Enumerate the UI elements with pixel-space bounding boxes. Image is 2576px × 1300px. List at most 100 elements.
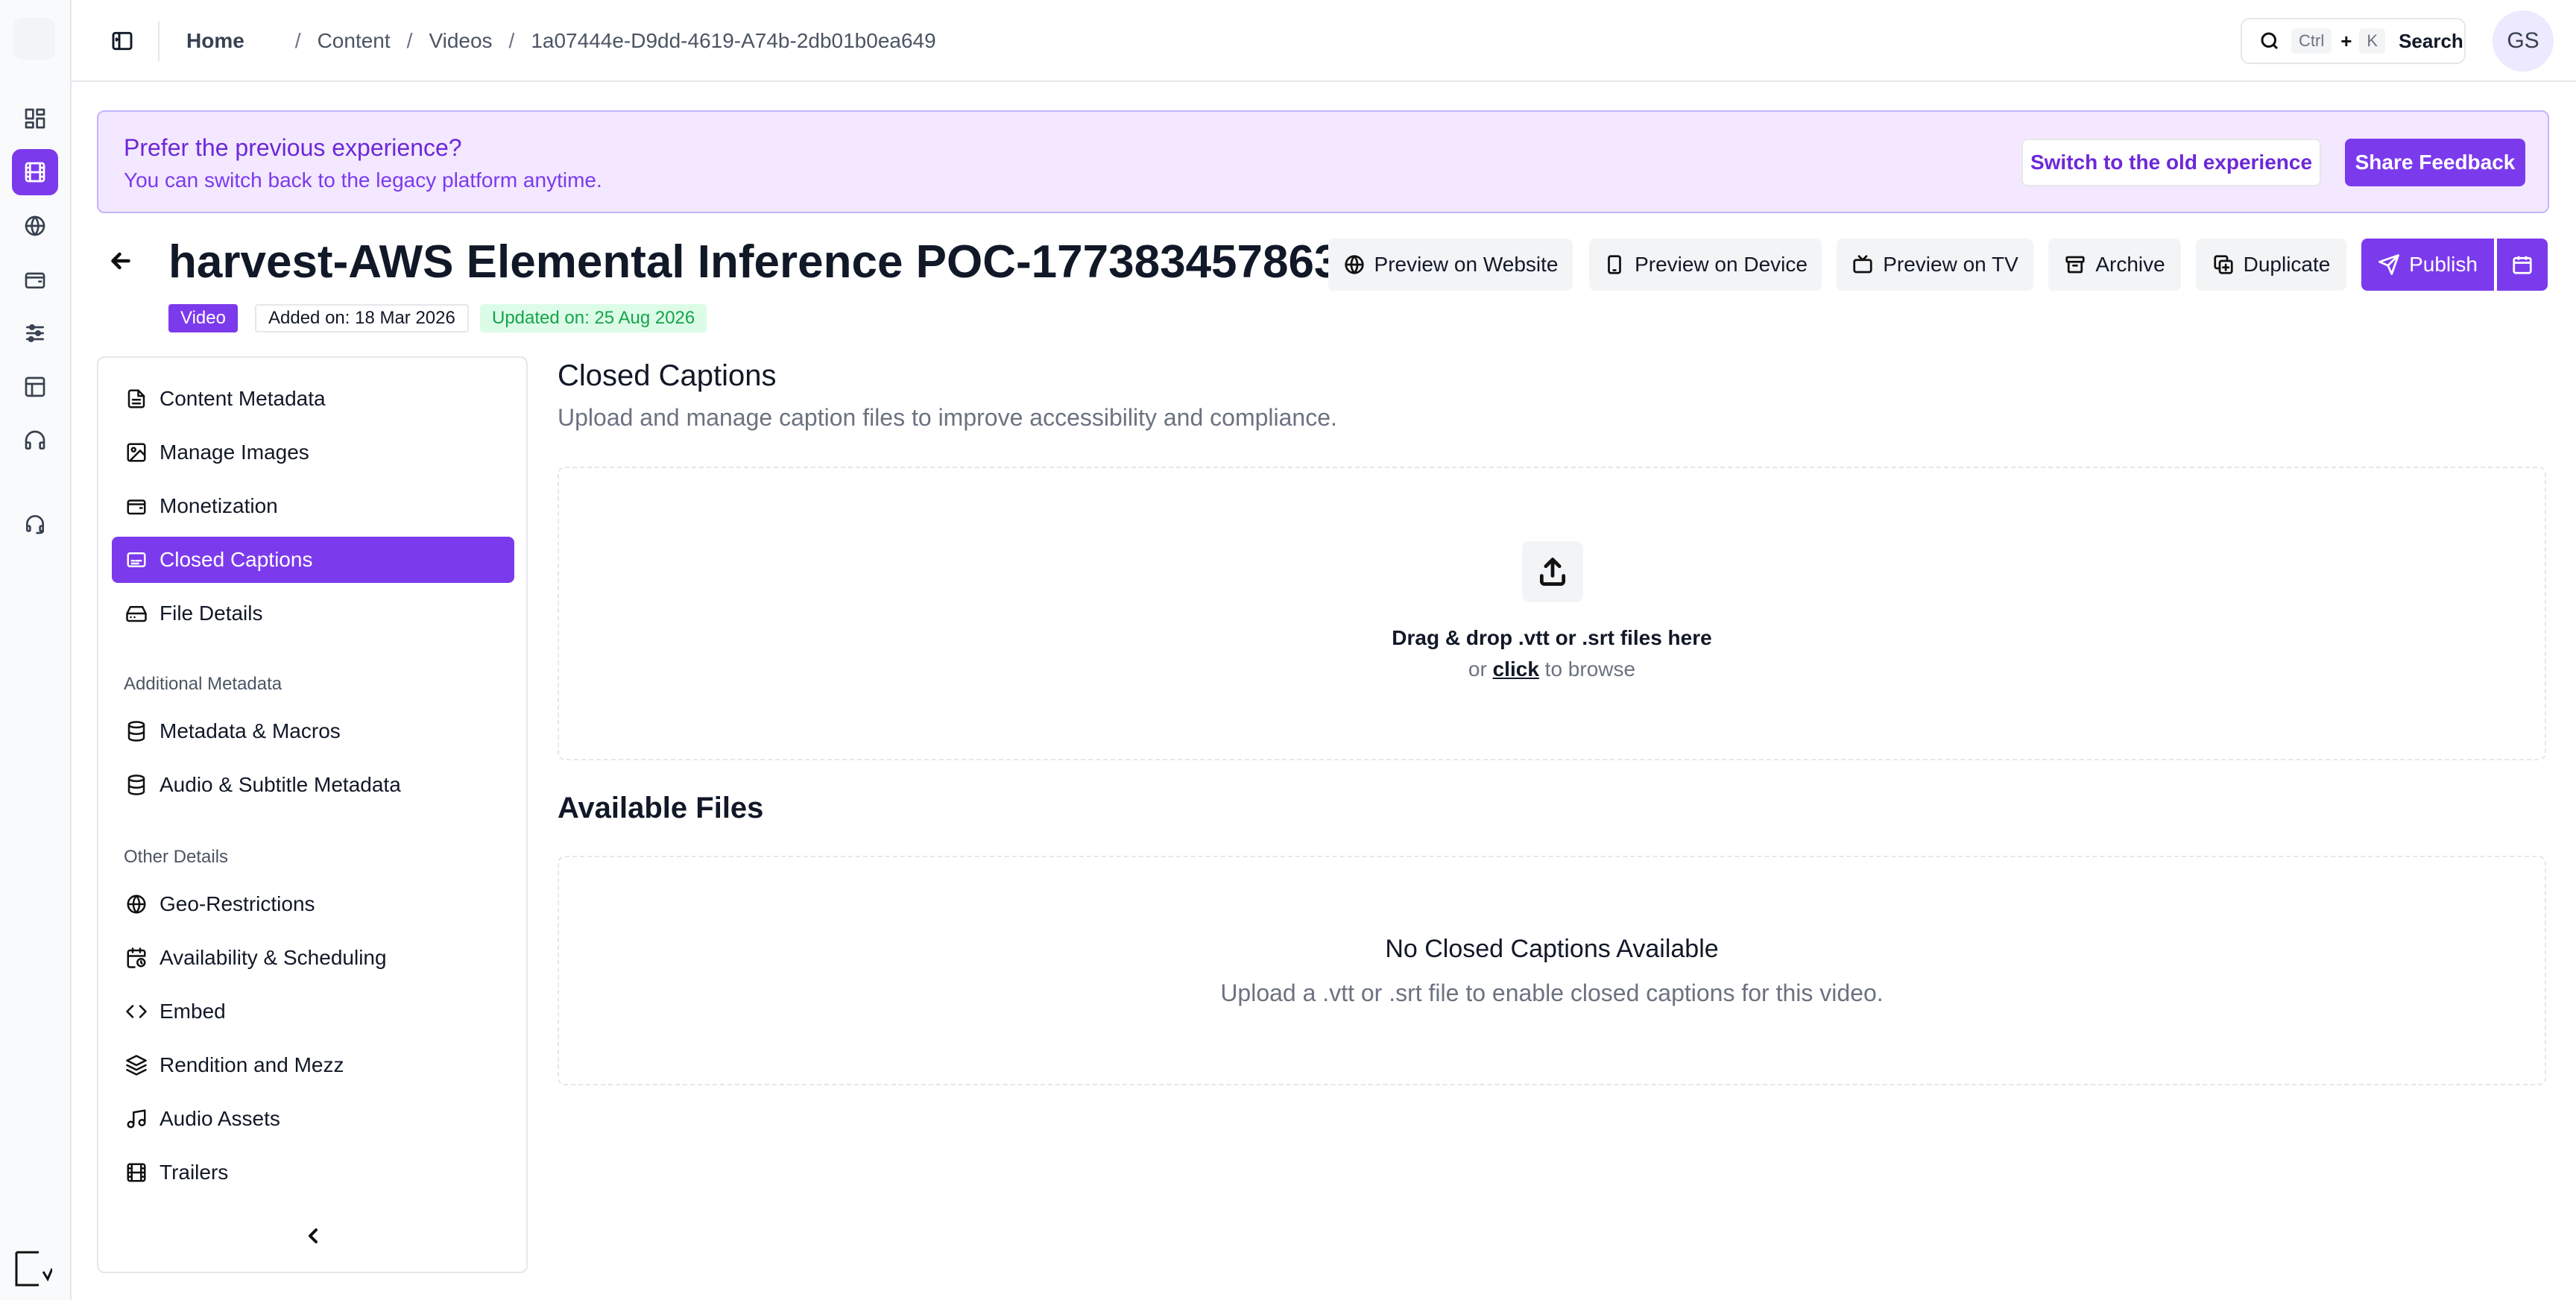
globe-icon[interactable] [12, 203, 58, 249]
wallet-icon[interactable] [12, 256, 58, 303]
caption-dropzone[interactable]: Drag & drop .vtt or .srt files here or c… [558, 467, 2546, 760]
content-nav-panel: Content Metadata Manage Images Monetizat… [97, 356, 528, 1273]
dropzone-subtitle: or click to browse [559, 657, 2545, 681]
preview-tv-label: Preview on TV [1883, 253, 2018, 276]
nav-closed-captions[interactable]: Closed Captions [112, 537, 514, 583]
updated-on-badge: Updated on: 25 Aug 2026 [480, 304, 707, 332]
captions-icon [127, 552, 146, 567]
dropzone-prefix: or [1468, 657, 1487, 681]
preview-device-button[interactable]: Preview on Device [1589, 239, 1822, 291]
section-description: Upload and manage caption files to impro… [558, 404, 1337, 431]
wallet-icon [127, 499, 146, 515]
globe-icon [127, 894, 146, 914]
music-icon [127, 1109, 146, 1129]
nav-manage-images[interactable]: Manage Images [112, 429, 514, 476]
section-other-details: Other Details [124, 847, 229, 867]
send-icon [2378, 254, 2399, 275]
film-icon[interactable] [12, 149, 58, 195]
headphones-icon[interactable] [12, 417, 58, 464]
nav-embed[interactable]: Embed [112, 988, 514, 1035]
tv-icon [1853, 255, 1872, 274]
search-button[interactable]: Ctrl + K Search [2241, 18, 2466, 64]
hard-drive-icon [126, 606, 147, 622]
preview-website-label: Preview on Website [1374, 253, 1559, 276]
banner-subtitle: You can switch back to the legacy platfo… [124, 168, 602, 192]
available-files-title: Available Files [558, 792, 764, 824]
breadcrumb-content[interactable]: Content [318, 29, 391, 53]
section-title: Closed Captions [558, 359, 777, 392]
nav-rendition-mezz[interactable]: Rendition and Mezz [112, 1042, 514, 1088]
sliders-icon[interactable] [12, 310, 58, 356]
nav-label: Audio Assets [160, 1107, 280, 1130]
nav-content-metadata[interactable]: Content Metadata [112, 376, 514, 422]
preview-tv-button[interactable]: Preview on TV [1837, 239, 2033, 291]
publish-button[interactable]: Publish [2361, 239, 2494, 291]
breadcrumb-home[interactable]: Home [186, 29, 244, 53]
kbd-plus: + [2340, 29, 2352, 52]
report-icon[interactable] [13, 1249, 52, 1288]
search-icon [2261, 32, 2279, 50]
archive-icon [2065, 256, 2085, 274]
breadcrumb-videos[interactable]: Videos [429, 29, 492, 53]
nav-label: Monetization [160, 494, 278, 517]
nav-label: Geo-Restrictions [160, 892, 315, 915]
kbd-k: K [2359, 28, 2386, 54]
type-badge: Video [168, 304, 238, 332]
browse-link[interactable]: click [1493, 657, 1539, 681]
sidebar-toggle-icon[interactable] [109, 28, 136, 54]
app-logo[interactable] [13, 18, 55, 60]
dropzone-title: Drag & drop .vtt or .srt files here [1392, 626, 1712, 649]
preview-device-label: Preview on Device [1635, 253, 1808, 276]
breadcrumb-separator: / [294, 29, 301, 52]
nav-audio-subtitle-metadata[interactable]: Audio & Subtitle Metadata [112, 762, 514, 808]
icon-rail [0, 0, 72, 1300]
schedule-publish-button[interactable] [2497, 239, 2548, 291]
avatar[interactable]: GS [2493, 10, 2554, 72]
database-icon [127, 721, 145, 742]
empty-state-title: No Closed Captions Available [1385, 935, 1719, 963]
publish-label: Publish [2409, 253, 2478, 276]
layout-icon[interactable] [12, 364, 58, 410]
share-feedback-button[interactable]: Share Feedback [2345, 139, 2525, 186]
archive-button[interactable]: Archive [2048, 239, 2181, 291]
nav-metadata-macros[interactable]: Metadata & Macros [112, 708, 514, 754]
database-icon [127, 774, 145, 795]
nav-label: Audio & Subtitle Metadata [160, 773, 401, 796]
nav-geo-restrictions[interactable]: Geo-Restrictions [112, 881, 514, 927]
top-bar: Home / Content / Videos / 1a07444e-D9dd-… [72, 0, 2576, 82]
banner-title: Prefer the previous experience? [124, 134, 462, 161]
nav-trailers[interactable]: Trailers [112, 1149, 514, 1196]
switch-old-experience-button[interactable]: Switch to the old experience [2021, 139, 2321, 186]
layers-icon [126, 1055, 147, 1076]
nav-label: Closed Captions [160, 548, 313, 571]
support-icon[interactable] [12, 501, 58, 547]
archive-label: Archive [2095, 253, 2165, 276]
kbd-ctrl: Ctrl [2291, 28, 2332, 54]
code-icon [126, 1005, 147, 1018]
calendar-clock-icon [127, 947, 146, 968]
breadcrumb-separator: / [508, 29, 515, 52]
breadcrumb-current-id: 1a07444e-D9dd-4619-A74b-2db01b0ea649 [531, 29, 936, 52]
image-icon [127, 443, 146, 462]
upload-icon [1522, 541, 1583, 602]
nav-label: Manage Images [160, 441, 309, 464]
calendar-icon [2513, 256, 2532, 274]
nav-monetization[interactable]: Monetization [112, 483, 514, 529]
film-icon [127, 1163, 146, 1182]
available-files-panel: No Closed Captions Available Upload a .v… [558, 856, 2546, 1085]
nav-file-details[interactable]: File Details [112, 590, 514, 637]
dashboard-icon[interactable] [12, 95, 58, 142]
divider [158, 21, 160, 61]
empty-state-subtitle: Upload a .vtt or .srt file to enable clo… [1220, 979, 1884, 1006]
collapse-chevron-icon[interactable] [301, 1224, 325, 1248]
nav-availability-scheduling[interactable]: Availability & Scheduling [112, 935, 514, 981]
nav-label: Metadata & Macros [160, 719, 341, 742]
duplicate-button[interactable]: Duplicate [2196, 239, 2346, 291]
preview-website-button[interactable]: Preview on Website [1328, 239, 1573, 291]
back-arrow-icon[interactable] [107, 247, 134, 274]
globe-icon [1344, 255, 1364, 274]
nav-audio-assets[interactable]: Audio Assets [112, 1096, 514, 1142]
nav-label: Trailers [160, 1161, 229, 1184]
nav-label: File Details [160, 602, 263, 625]
nav-label: Content Metadata [160, 387, 326, 410]
